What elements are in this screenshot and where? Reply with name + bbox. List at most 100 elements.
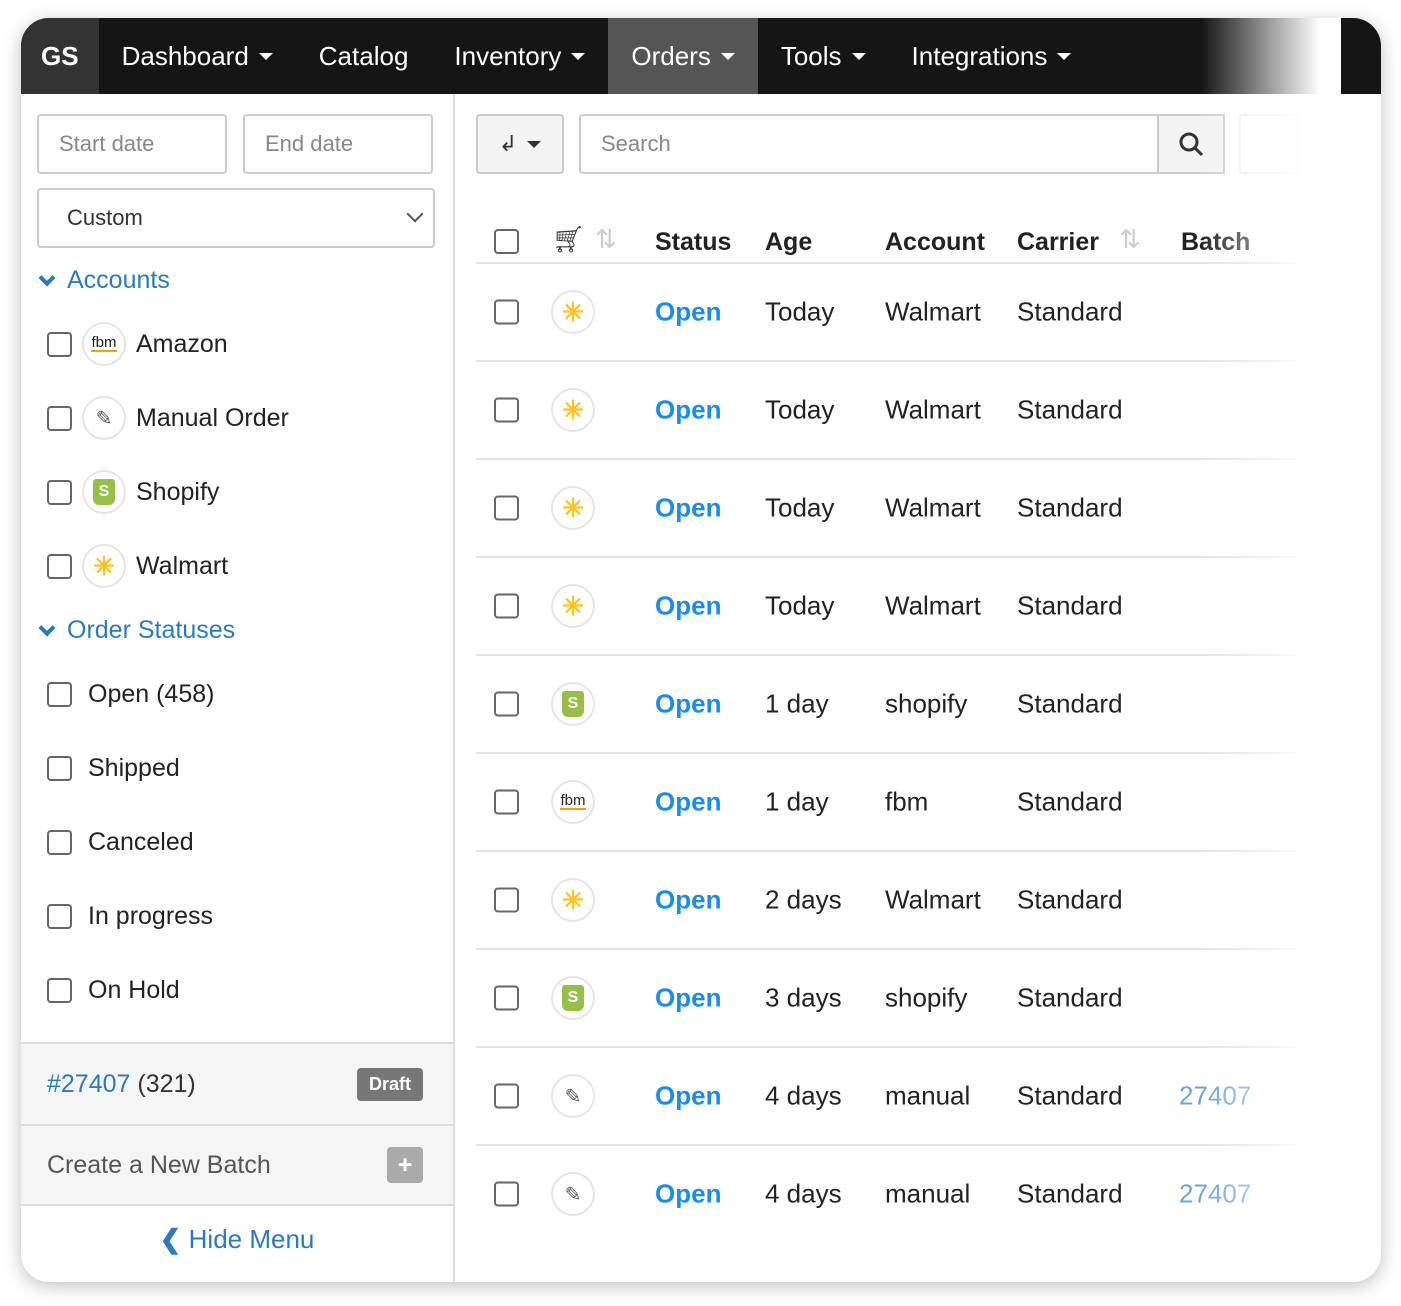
chevron-left-icon: ❮ (159, 1224, 189, 1254)
status-link[interactable]: Open (655, 983, 721, 1014)
account-cell: Walmart (885, 296, 981, 327)
nav-label: Dashboard (121, 40, 249, 71)
status-link[interactable]: Open (655, 1179, 721, 1210)
row-checkbox[interactable] (494, 593, 519, 619)
status-filter-item[interactable]: In progress (47, 902, 213, 931)
status-filter-item[interactable]: Open (458) (47, 680, 214, 709)
table-row[interactable]: ✳ Open Today Walmart Standard (476, 458, 1296, 556)
status-link[interactable]: Open (655, 591, 721, 622)
sort-dropdown-button[interactable]: ↲ (476, 114, 564, 174)
status-checkbox[interactable] (47, 978, 72, 1003)
nav-label: Orders (631, 40, 711, 71)
status-label: In progress (88, 902, 214, 930)
table-row[interactable]: fbm Open 1 day fbm Standard (476, 752, 1296, 850)
add-batch-button[interactable]: + (387, 1147, 423, 1183)
sort-icon[interactable]: ⇅ (1119, 224, 1141, 255)
walmart-logo-icon: ✳ (551, 388, 595, 432)
row-checkbox[interactable] (494, 985, 519, 1011)
account-filter-item[interactable]: ✎ Manual Order (47, 396, 289, 440)
fbm-logo-icon: fbm (82, 322, 126, 366)
date-range-select[interactable]: Custom (37, 188, 435, 248)
walmart-logo-icon: ✳ (551, 486, 595, 530)
row-checkbox[interactable] (494, 887, 519, 913)
select-all-checkbox[interactable] (494, 229, 519, 254)
nav-item-orders[interactable]: Orders (608, 18, 758, 94)
sort-icon[interactable]: ⇅ (595, 224, 617, 255)
account-filter-item[interactable]: fbm Amazon (47, 322, 228, 366)
carrier-cell: Standard (1017, 590, 1123, 621)
brand-logo[interactable]: GS (21, 18, 99, 94)
header-batch[interactable]: Batch (1181, 228, 1250, 257)
status-checkbox[interactable] (47, 830, 72, 855)
hide-menu-button[interactable]: ❮ Hide Menu (21, 1224, 453, 1255)
edit-logo-icon: ✎ (551, 1172, 595, 1216)
account-cell: Walmart (885, 394, 981, 425)
row-checkbox[interactable] (494, 691, 519, 717)
status-checkbox[interactable] (47, 756, 72, 781)
age-cell: 1 day (765, 688, 829, 719)
row-checkbox[interactable] (494, 397, 519, 423)
row-checkbox[interactable] (494, 495, 519, 521)
row-checkbox[interactable] (494, 1181, 519, 1207)
nav-item-tools[interactable]: Tools (758, 18, 889, 94)
status-filter-item[interactable]: Canceled (47, 828, 194, 857)
search-button[interactable] (1157, 114, 1225, 174)
account-checkbox[interactable] (47, 553, 72, 579)
status-label: On Hold (88, 976, 180, 1004)
nav-item-catalog[interactable]: Catalog (296, 18, 432, 94)
nav-item-inventory[interactable]: Inventory (431, 18, 608, 94)
status-filter-item[interactable]: Shipped (47, 754, 180, 783)
account-checkbox[interactable] (47, 479, 72, 505)
account-checkbox[interactable] (47, 405, 72, 431)
table-row[interactable]: ✳ Open Today Walmart Standard (476, 360, 1296, 458)
end-date-input[interactable]: End date (243, 114, 433, 174)
caret-down-icon (1057, 52, 1072, 60)
status-checkbox[interactable] (47, 904, 72, 929)
table-row[interactable]: ✳ Open Today Walmart Standard (476, 556, 1296, 654)
header-status[interactable]: Status (655, 228, 731, 257)
batch-id[interactable]: #27407 (47, 1070, 130, 1098)
walmart-logo-icon: ✳ (551, 878, 595, 922)
order-statuses-toggle[interactable]: Order Statuses (37, 616, 235, 645)
top-nav: GS Dashboard Catalog Inventory Orders Tools In… (21, 18, 1381, 94)
account-filter-item[interactable]: ✳ Walmart (47, 544, 228, 588)
status-link[interactable]: Open (655, 395, 721, 426)
table-row[interactable]: ✳ Open 2 days Walmart Standard (476, 850, 1296, 948)
status-link[interactable]: Open (655, 493, 721, 524)
batch-link[interactable]: 27407 (1179, 1081, 1251, 1112)
create-batch-item[interactable]: Create a New Batch + (21, 1124, 453, 1206)
start-date-input[interactable]: Start date (37, 114, 227, 174)
chevron-down-icon (406, 205, 424, 223)
status-link[interactable]: Open (655, 1081, 721, 1112)
status-link[interactable]: Open (655, 689, 721, 720)
account-label: Walmart (136, 551, 229, 580)
table-row[interactable]: ✎ Open 4 days manual Standard 27407 (476, 1046, 1296, 1144)
status-link[interactable]: Open (655, 787, 721, 818)
table-row[interactable]: ✳ Open Today Walmart Standard (476, 262, 1296, 360)
header-account[interactable]: Account (885, 228, 985, 257)
table-row[interactable]: S Open 3 days shopify Standard (476, 948, 1296, 1046)
search-input[interactable]: Search (579, 114, 1225, 174)
row-checkbox[interactable] (494, 789, 519, 815)
status-checkbox[interactable] (47, 682, 72, 707)
table-row[interactable]: S Open 1 day shopify Standard (476, 654, 1296, 752)
accounts-toggle[interactable]: Accounts (37, 266, 170, 295)
row-checkbox[interactable] (494, 299, 519, 325)
status-label: Shipped (88, 754, 180, 782)
account-checkbox[interactable] (47, 331, 72, 357)
nav-item-dashboard[interactable]: Dashboard (99, 18, 296, 94)
account-filter-item[interactable]: S Shopify (47, 470, 219, 514)
account-cell: Walmart (885, 492, 981, 523)
status-filter-item[interactable]: On Hold (47, 976, 180, 1005)
caret-down-icon (720, 52, 735, 60)
header-carrier[interactable]: Carrier (1017, 228, 1099, 257)
batch-item[interactable]: #27407 (321) Draft (21, 1042, 453, 1124)
status-link[interactable]: Open (655, 297, 721, 328)
header-age[interactable]: Age (765, 228, 812, 257)
row-checkbox[interactable] (494, 1083, 519, 1109)
clear-button[interactable] (1239, 114, 1299, 174)
batch-link[interactable]: 27407 (1179, 1179, 1251, 1210)
nav-item-integrations[interactable]: Integrations (889, 18, 1095, 94)
table-row[interactable]: ✎ Open 4 days manual Standard 27407 (476, 1144, 1296, 1242)
status-link[interactable]: Open (655, 885, 721, 916)
